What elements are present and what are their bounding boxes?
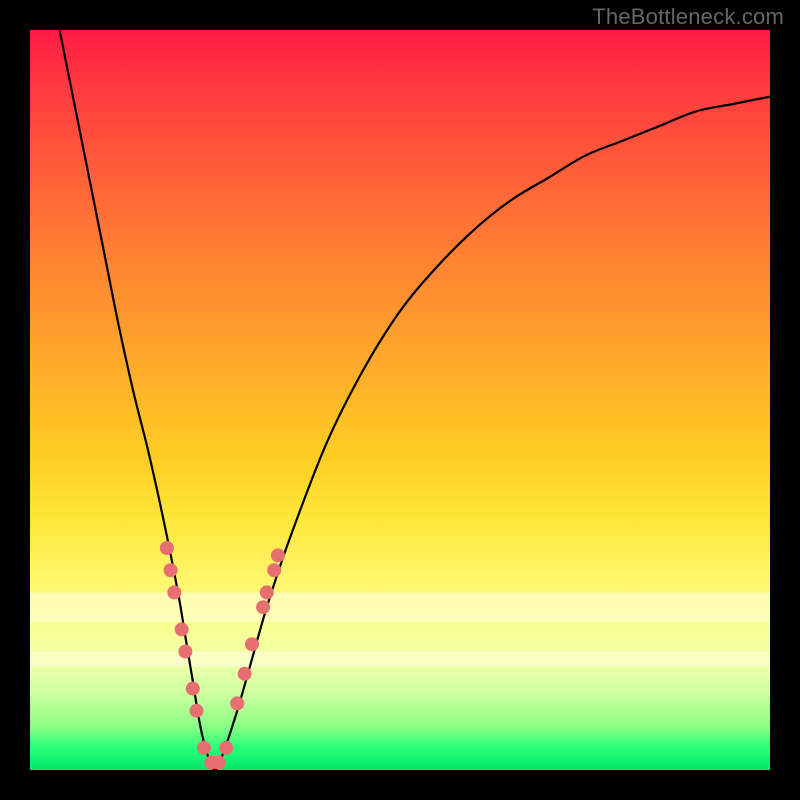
highlight-dot	[190, 704, 204, 718]
plot-area	[30, 30, 770, 770]
pale-band	[30, 592, 770, 622]
pale-band	[30, 652, 770, 667]
highlight-dot	[230, 696, 244, 710]
watermark-text: TheBottleneck.com	[592, 4, 784, 30]
chart-frame: TheBottleneck.com	[0, 0, 800, 800]
highlight-dot	[175, 622, 189, 636]
highlight-dot	[197, 741, 211, 755]
highlight-dot	[267, 563, 281, 577]
highlight-dot	[245, 637, 259, 651]
highlight-dot	[186, 682, 200, 696]
highlight-dot	[178, 645, 192, 659]
highlight-dot	[238, 667, 252, 681]
highlight-dot	[164, 563, 178, 577]
pale-bands	[30, 592, 770, 666]
highlight-dot	[271, 548, 285, 562]
highlight-dot	[256, 600, 270, 614]
chart-svg	[30, 30, 770, 770]
highlight-dot	[167, 585, 181, 599]
highlight-dot	[219, 741, 233, 755]
highlight-dot	[260, 585, 274, 599]
highlight-dot	[212, 756, 226, 770]
highlight-dot	[160, 541, 174, 555]
